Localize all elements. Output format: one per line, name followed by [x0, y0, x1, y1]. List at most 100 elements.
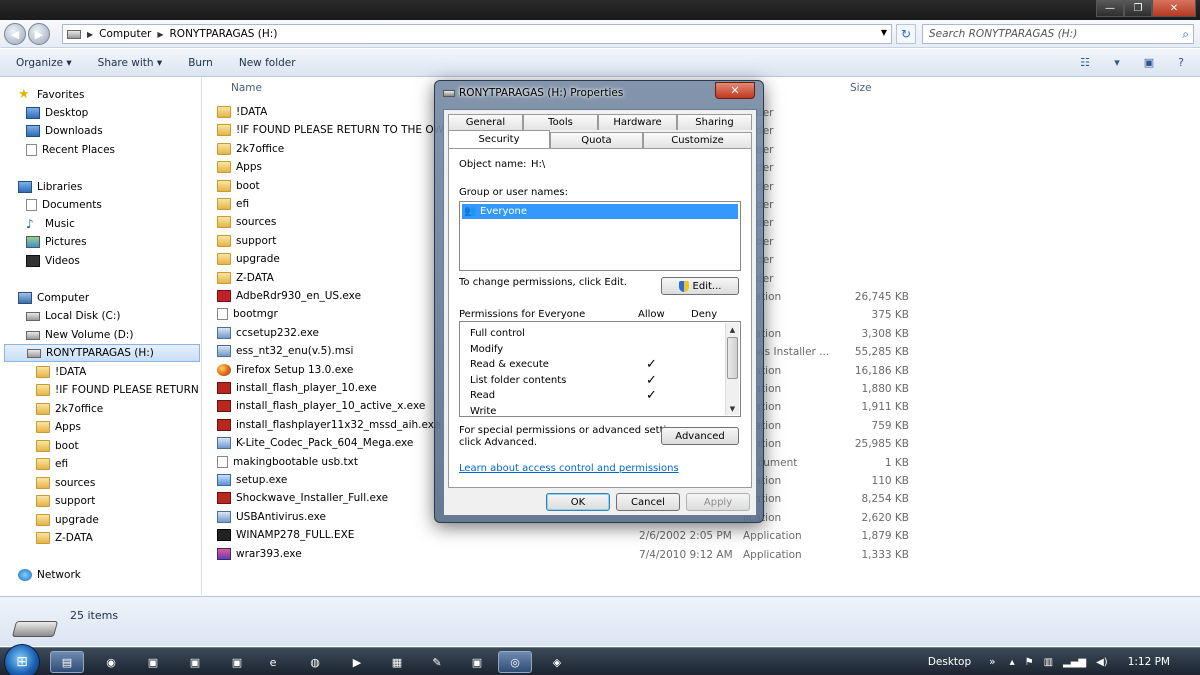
taskbar-app[interactable]: ▣ [220, 651, 254, 673]
learn-more-link[interactable]: Learn about access control and permissio… [459, 463, 679, 474]
burn-button[interactable]: Burn [188, 57, 213, 69]
new-folder-button[interactable]: New folder [239, 57, 296, 69]
tab-general[interactable]: General [448, 114, 523, 130]
taskbar-app[interactable]: ▣ [460, 651, 494, 673]
nav-documents[interactable]: Documents [26, 196, 102, 214]
nav-folder[interactable]: Apps [36, 418, 81, 436]
nav-folder[interactable]: boot [36, 437, 79, 455]
usb-icon[interactable]: ▥ [1044, 657, 1053, 668]
column-header-name[interactable]: Name [231, 78, 262, 98]
toolbar-chevron[interactable]: » [989, 656, 995, 668]
taskbar-firefox[interactable]: ◎ [498, 651, 532, 673]
refresh-button[interactable]: ↻ [896, 24, 916, 44]
nav-local-disk-c[interactable]: Local Disk (C:) [26, 307, 121, 325]
nav-downloads[interactable]: Downloads [26, 122, 103, 140]
tab-quota[interactable]: Quota [550, 132, 643, 148]
edit-button[interactable]: Edit... [661, 277, 739, 295]
nav-videos[interactable]: Videos [26, 252, 80, 270]
nav-folder[interactable]: Z-DATA [36, 529, 93, 547]
permissions-list[interactable]: Full control Modify Read & execute ✓ List fo… [459, 321, 741, 417]
cancel-button[interactable]: Cancel [616, 493, 680, 511]
nav-ronytparagas-h[interactable]: RONYTPARAGAS (H:) [4, 344, 200, 362]
ok-button[interactable]: OK [546, 493, 610, 511]
apply-button[interactable]: Apply [686, 493, 750, 511]
taskbar-app[interactable]: ◍ [298, 651, 332, 673]
file-row[interactable]: wrar393.exe 7/4/2010 9:12 AM Application 1,… [203, 546, 1200, 564]
nav-favorites[interactable]: ★ Favorites [18, 86, 84, 104]
tray-icons: ▴ ⚑ ▥ ▂▄▆ ◀) [1010, 657, 1108, 668]
scroll-down-icon[interactable]: ▼ [726, 402, 739, 415]
help-icon[interactable]: ? [1172, 54, 1190, 70]
file-name-cell: upgrade [217, 253, 280, 266]
change-view-icon[interactable]: ☷ [1076, 54, 1094, 70]
user-everyone[interactable]: 👥 Everyone [462, 204, 738, 219]
nav-folder[interactable]: support [36, 492, 95, 510]
flag-icon[interactable]: ⚑ [1025, 657, 1034, 668]
advanced-button[interactable]: Advanced [661, 427, 739, 445]
tab-security[interactable]: Security [448, 130, 550, 148]
nav-folder[interactable]: sources [36, 474, 95, 492]
taskbar-app[interactable]: ✎ [420, 651, 454, 673]
breadcrumb-computer[interactable]: Computer [99, 28, 151, 40]
taskbar-explorer[interactable]: ▤ [50, 651, 84, 673]
share-with-button[interactable]: Share with ▾ [98, 57, 163, 69]
system-tray: Desktop » ▴ ⚑ ▥ ▂▄▆ ◀) 1:12 PM [928, 648, 1200, 675]
taskbar-app[interactable]: ▣ [178, 651, 212, 673]
tab-tools[interactable]: Tools [523, 114, 598, 130]
start-button[interactable]: ⊞ [4, 644, 40, 675]
tray-arrow-icon[interactable]: ▴ [1010, 657, 1015, 668]
maximize-button[interactable]: ❐ [1124, 0, 1152, 17]
nav-folder[interactable]: !IF FOUND PLEASE RETURN TO [36, 381, 200, 399]
file-name: WINAMP278_FULL.EXE [236, 529, 355, 542]
deny-column-label: Deny [691, 309, 718, 320]
nav-folder[interactable]: !DATA [36, 363, 86, 381]
search-input[interactable]: Search RONYTPARAGAS (H:) ⌕ [922, 24, 1194, 44]
nav-computer[interactable]: Computer [18, 289, 89, 307]
taskbar-app[interactable]: ▦ [380, 651, 414, 673]
preview-pane-icon[interactable]: ▣ [1140, 54, 1158, 70]
chevron-down-icon[interactable]: ▼ [881, 28, 887, 37]
nav-network[interactable]: Network [18, 566, 81, 584]
column-header-size[interactable]: Size [850, 78, 872, 98]
forward-button[interactable]: ▶ [28, 23, 50, 45]
tab-hardware[interactable]: Hardware [598, 114, 677, 130]
nav-folder[interactable]: 2k7office [36, 400, 103, 418]
tab-sharing[interactable]: Sharing [677, 114, 752, 130]
clock[interactable]: 1:12 PM [1128, 656, 1170, 668]
taskbar-app[interactable]: ◈ [540, 651, 574, 673]
nav-folder[interactable]: upgrade [36, 511, 99, 529]
app-icon: ◈ [552, 655, 562, 669]
nav-pictures[interactable]: Pictures [26, 233, 87, 251]
scroll-thumb[interactable] [727, 337, 738, 379]
nav-label: Pictures [45, 236, 87, 248]
desktop-toolbar[interactable]: Desktop [928, 656, 971, 668]
nav-music[interactable]: ♪ Music [26, 215, 75, 233]
volume-icon[interactable]: ◀) [1096, 657, 1108, 668]
nav-recent-places[interactable]: Recent Places [26, 141, 115, 159]
permissions-scrollbar[interactable]: ▲ ▼ [725, 323, 739, 415]
minimize-button[interactable]: — [1096, 0, 1124, 17]
nav-new-volume-d[interactable]: New Volume (D:) [26, 326, 133, 344]
search-icon[interactable]: ⌕ [1182, 27, 1189, 42]
view-dropdown-icon[interactable]: ▾ [1108, 54, 1126, 70]
close-button[interactable]: ✕ [1152, 0, 1196, 17]
organize-button[interactable]: Organize ▾ [16, 57, 72, 69]
dialog-close-button[interactable]: ✕ [715, 82, 755, 99]
taskbar-ie[interactable]: e [256, 651, 290, 673]
address-bar[interactable]: ▶ Computer ▶ RONYTPARAGAS (H:) ▼ [62, 24, 892, 44]
drive-icon [26, 330, 40, 340]
breadcrumb-drive[interactable]: RONYTPARAGAS (H:) [170, 28, 278, 40]
nav-libraries[interactable]: Libraries [18, 178, 82, 196]
nav-folder[interactable]: efi [36, 455, 68, 473]
taskbar-app[interactable]: ▣ [136, 651, 170, 673]
tab-customize[interactable]: Customize [643, 132, 752, 148]
back-button[interactable]: ◀ [4, 23, 26, 45]
scroll-up-icon[interactable]: ▲ [726, 323, 739, 336]
taskbar-app[interactable]: ◉ [94, 651, 128, 673]
user-list[interactable]: 👥 Everyone [459, 201, 741, 271]
signal-icon[interactable]: ▂▄▆ [1063, 657, 1086, 668]
taskbar-media-player[interactable]: ▶ [340, 651, 374, 673]
nav-desktop[interactable]: Desktop [26, 104, 88, 122]
folder-icon [217, 124, 231, 137]
file-row[interactable]: WINAMP278_FULL.EXE 2/6/2002 2:05 PM Applic… [203, 527, 1200, 545]
